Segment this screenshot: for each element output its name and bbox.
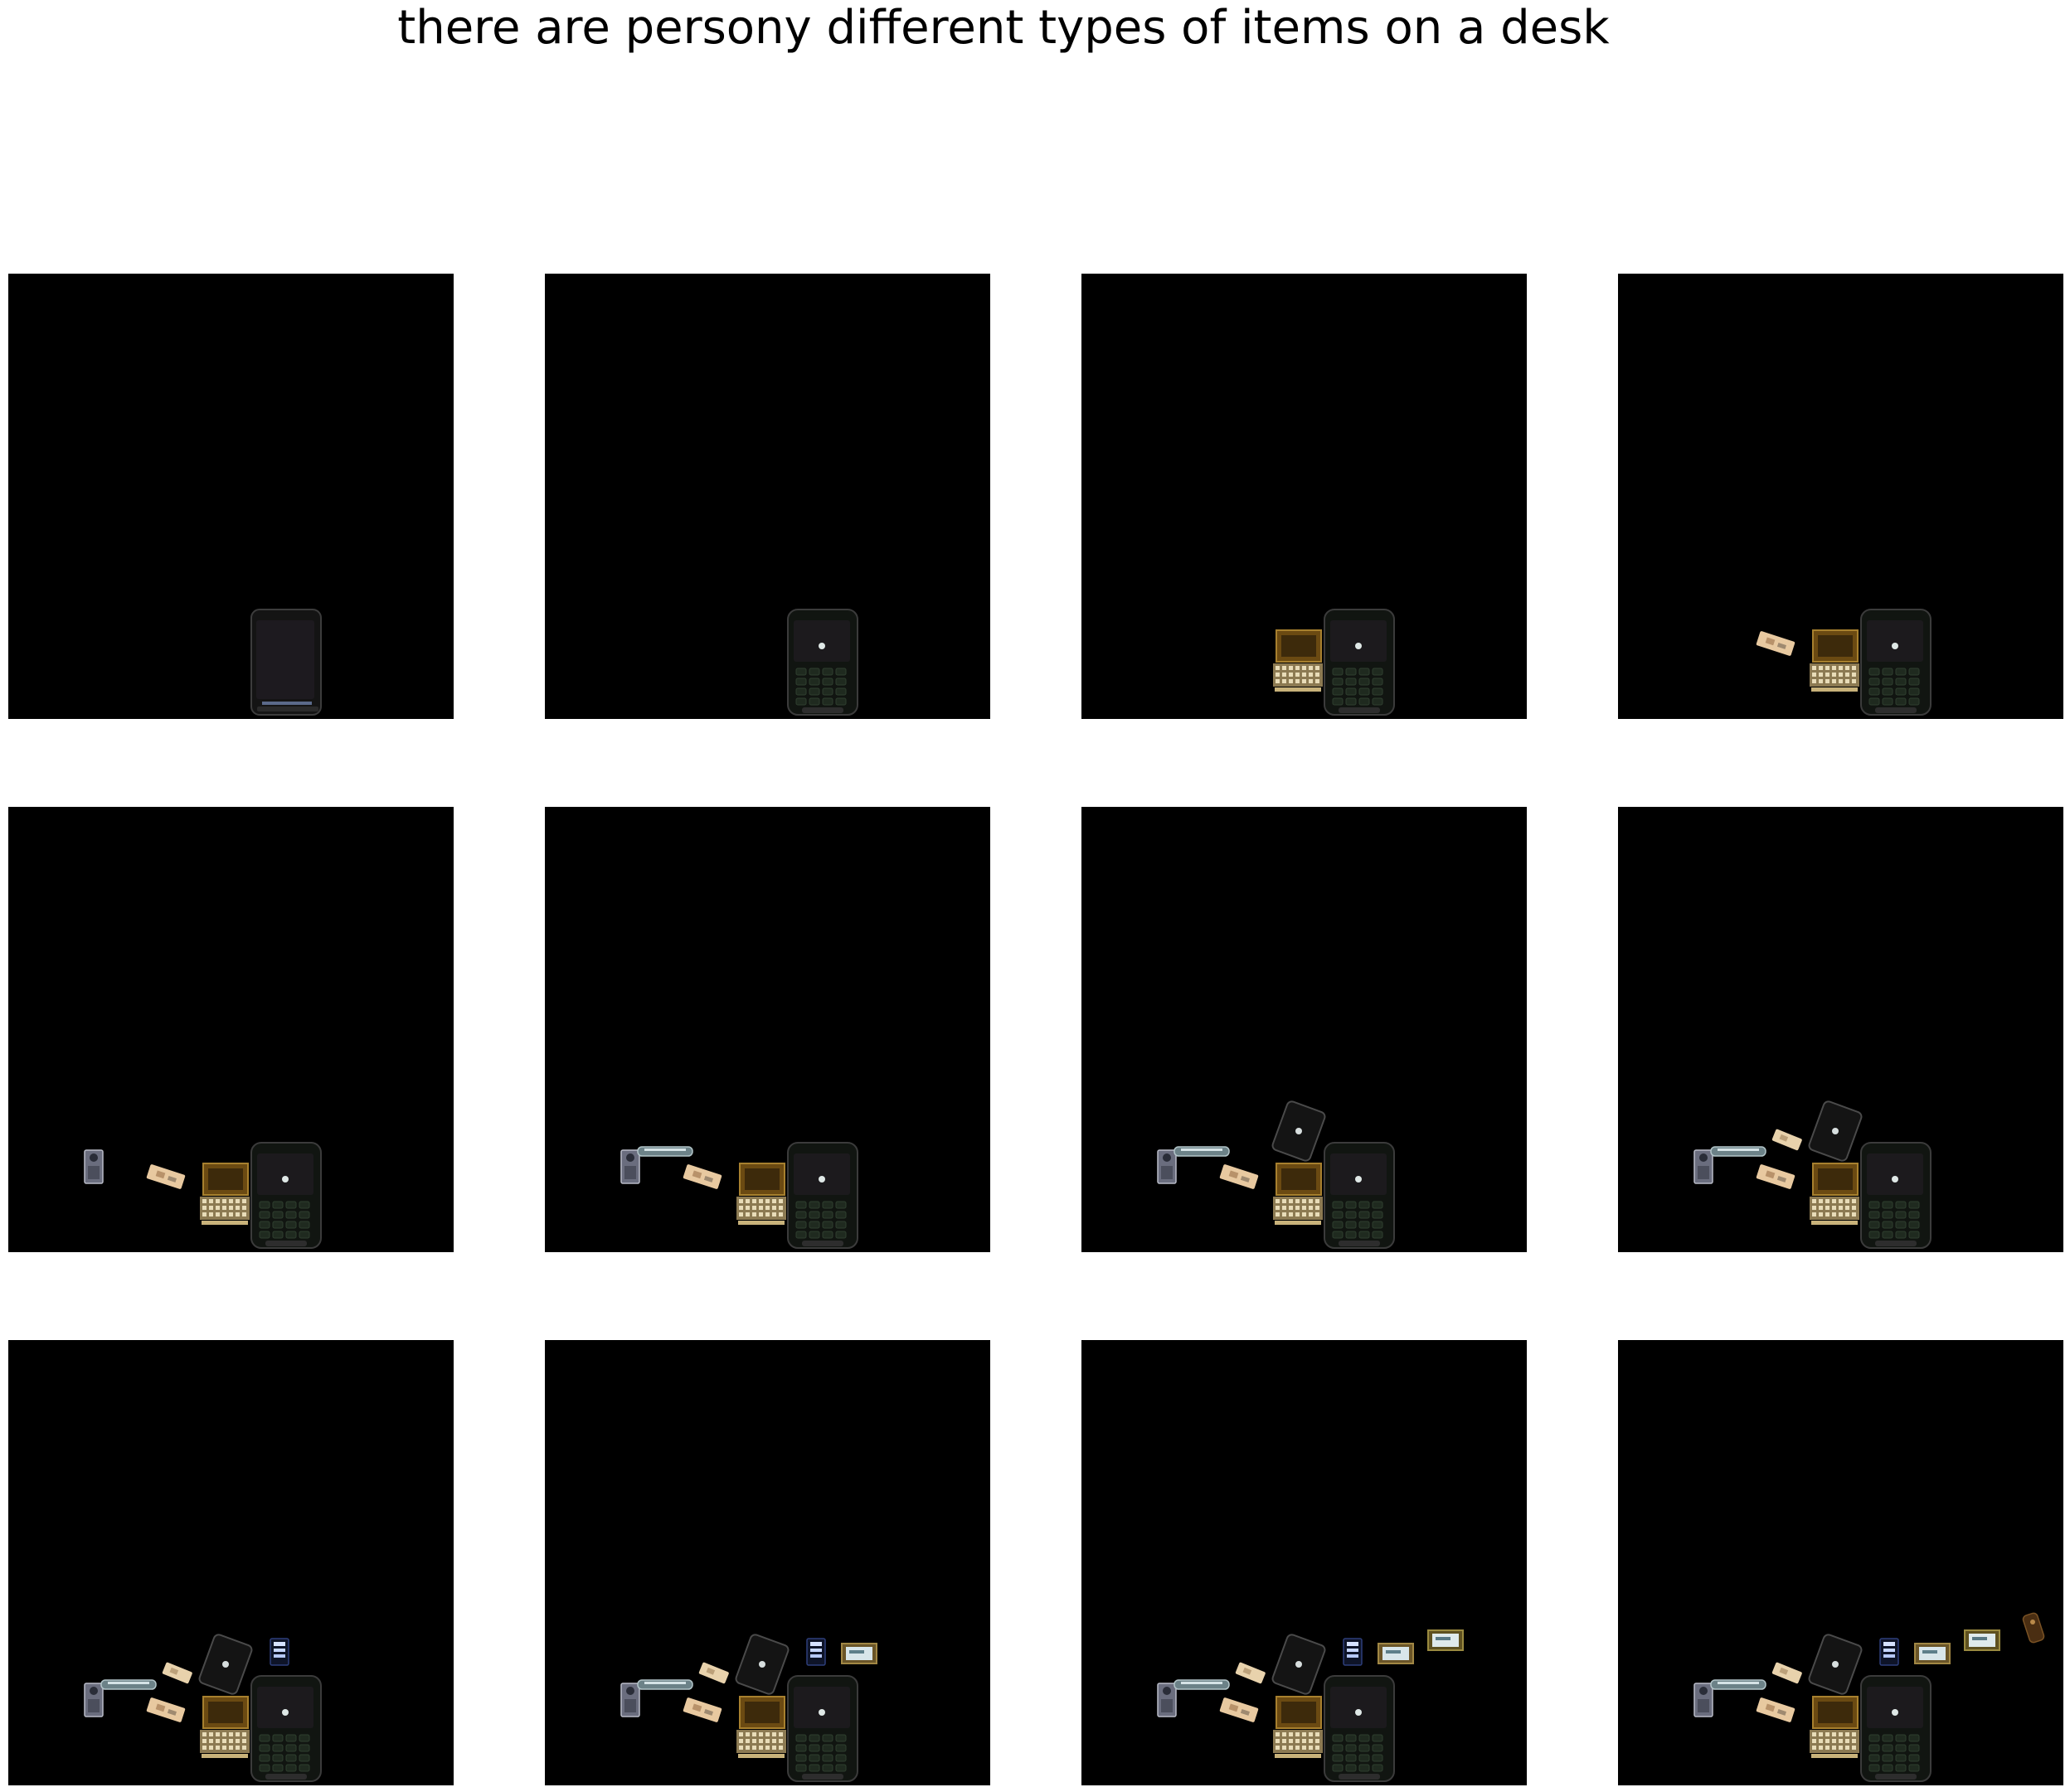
panel-scene-9 (84, 1634, 322, 1782)
panel-step-10 (545, 1340, 990, 1785)
metal-bar-object (1710, 1679, 1766, 1690)
brown-figurine-object (2022, 1612, 2045, 1644)
beige-tile-object (1219, 1164, 1259, 1189)
typewriter-object (1810, 1163, 1859, 1225)
smartphone-keypad-object (250, 1675, 322, 1782)
panel-scene-5 (84, 1142, 322, 1249)
smartphone-keypad-object (250, 1142, 322, 1249)
panel-step-4 (1618, 274, 2063, 719)
smartphone-keypad-object (787, 609, 858, 716)
smartphone-keypad-object (787, 1675, 858, 1782)
panel-scene-1 (250, 609, 322, 716)
typewriter-object (736, 1696, 786, 1758)
panel-scene-8 (1693, 1100, 1932, 1249)
metal-bar-object (1173, 1146, 1230, 1157)
small-camera-object (84, 1683, 104, 1717)
beige-tile-object (1756, 1697, 1795, 1722)
panel-step-9 (8, 1340, 454, 1785)
framed-card-2-object (1427, 1629, 1464, 1651)
blue-screen-device-object (806, 1638, 826, 1666)
metal-bar-object (100, 1679, 157, 1690)
panel-step-12 (1618, 1340, 2063, 1785)
typewriter-object (1273, 1696, 1323, 1758)
panel-step-11 (1081, 1340, 1527, 1785)
panel-scene-12 (1693, 1612, 2045, 1782)
panel-step-2 (545, 274, 990, 719)
metal-bar-object (1173, 1679, 1230, 1690)
smartphone-keypad-object (1324, 1142, 1395, 1249)
tilted-phone-object (1808, 1634, 1863, 1695)
tilted-phone-object (1271, 1634, 1326, 1695)
panel-scene-2 (787, 609, 858, 716)
panel-scene-10 (620, 1634, 877, 1782)
framed-card-2-object (1964, 1629, 2000, 1651)
beige-tile-object (1219, 1697, 1259, 1722)
small-camera-object (1693, 1683, 1713, 1717)
metal-bar-object (1710, 1146, 1766, 1157)
tilted-phone-object (198, 1634, 253, 1695)
panel-step-1 (8, 274, 454, 719)
framed-card-object (841, 1643, 877, 1664)
beige-tile-2-object (1771, 1129, 1802, 1151)
beige-tile-object (1756, 1164, 1795, 1189)
panel-scene-4 (1756, 609, 1932, 716)
blue-screen-device-object (1343, 1638, 1363, 1666)
smartphone-keypad-object (1860, 1142, 1932, 1249)
beige-tile-object (683, 1164, 722, 1189)
blue-screen-device-object (1879, 1638, 1899, 1666)
panel-scene-11 (1157, 1629, 1464, 1782)
typewriter-object (1810, 629, 1859, 692)
smartphone-keypad-object (787, 1142, 858, 1249)
typewriter-object (736, 1163, 786, 1225)
panel-step-8 (1618, 807, 2063, 1252)
beige-tile-object (146, 1697, 186, 1722)
small-camera-object (84, 1149, 104, 1184)
beige-tile-2-object (1771, 1662, 1802, 1684)
small-camera-object (620, 1683, 640, 1717)
typewriter-object (1810, 1696, 1859, 1758)
typewriter-object (1273, 629, 1323, 692)
smartphone-keypad-object (1324, 1675, 1395, 1782)
panel-scene-6 (620, 1142, 858, 1249)
tilted-phone-object (735, 1634, 790, 1695)
blue-screen-device-object (270, 1638, 289, 1666)
beige-tile-object (146, 1164, 186, 1189)
panel-scene-3 (1273, 609, 1395, 716)
small-camera-object (620, 1149, 640, 1184)
beige-tile-2-object (698, 1662, 729, 1684)
figure-title: there are persony different types of ite… (397, 1, 1610, 55)
tilted-phone-object (1271, 1100, 1326, 1162)
small-camera-object (1157, 1149, 1177, 1184)
beige-tile-object (683, 1697, 722, 1722)
small-camera-object (1693, 1149, 1713, 1184)
smartphone-keypad-object (1860, 1675, 1932, 1782)
small-camera-object (1157, 1683, 1177, 1717)
tilted-phone-object (1808, 1100, 1863, 1162)
panel-step-3 (1081, 274, 1527, 719)
smartphone-keypad-object (1860, 609, 1932, 716)
framed-card-object (1378, 1643, 1414, 1664)
beige-tile-2-object (162, 1662, 192, 1684)
typewriter-object (1273, 1163, 1323, 1225)
metal-bar-object (637, 1679, 693, 1690)
typewriter-object (200, 1163, 250, 1225)
smartphone-keypad-object (1324, 609, 1395, 716)
beige-tile-object (1756, 631, 1795, 656)
panel-step-7 (1081, 807, 1527, 1252)
metal-bar-object (637, 1146, 693, 1157)
panel-scene-7 (1157, 1100, 1395, 1249)
beige-tile-2-object (1235, 1662, 1266, 1684)
framed-card-object (1914, 1643, 1951, 1664)
smartphone-dark-object (250, 609, 322, 716)
panel-step-5 (8, 807, 454, 1252)
panel-step-6 (545, 807, 990, 1252)
typewriter-object (200, 1696, 250, 1758)
